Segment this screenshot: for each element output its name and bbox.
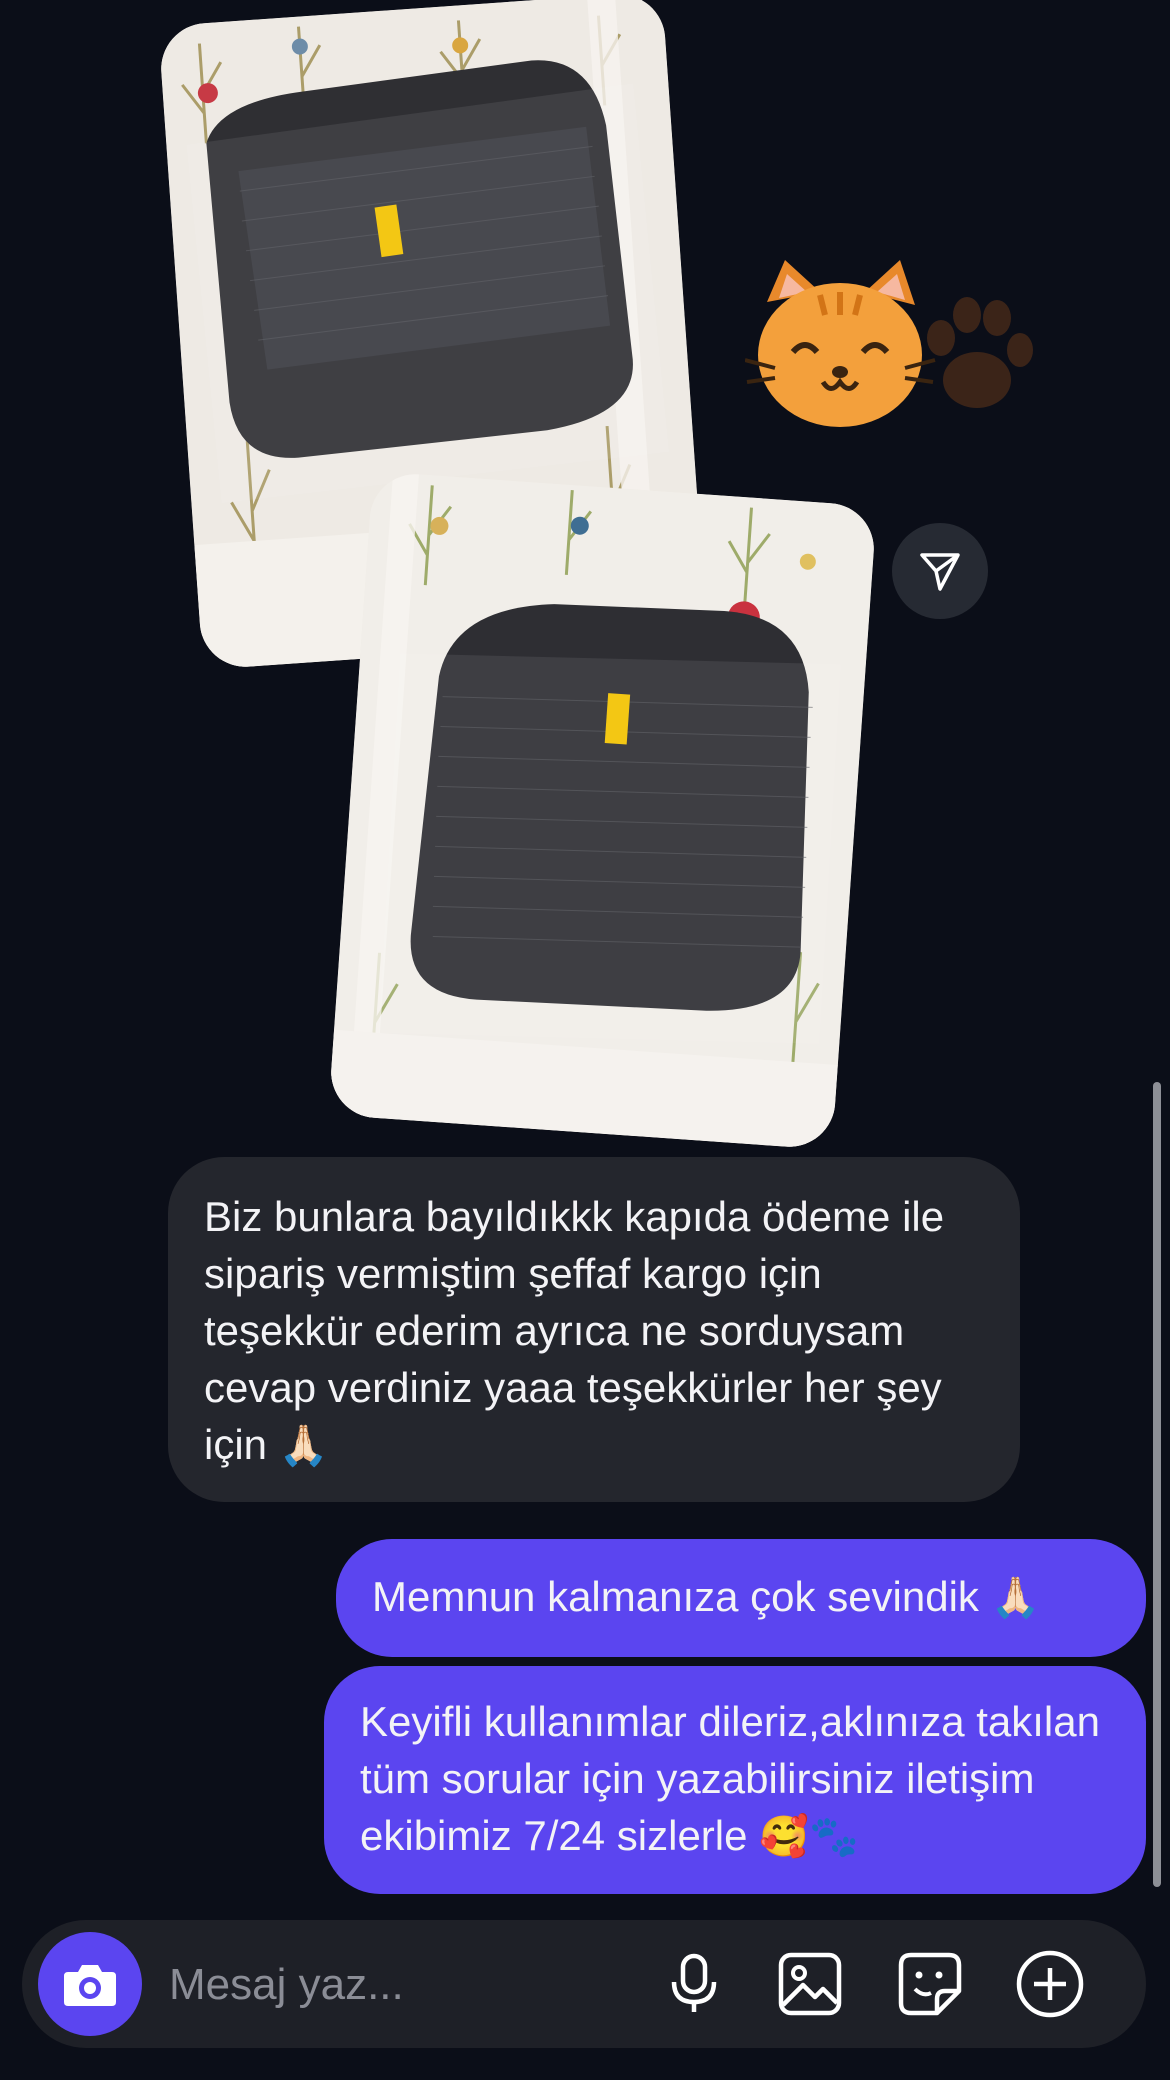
voice-message-button[interactable] bbox=[654, 1944, 734, 2024]
photo-backpack-image bbox=[328, 471, 877, 1150]
message-text: Keyifli kullanımlar dileriz,aklınıza tak… bbox=[360, 1698, 1100, 1859]
sticker-icon bbox=[898, 1952, 962, 2016]
cat-paw-sticker bbox=[744, 260, 1035, 440]
smiling-hearts-paw-emoji: 🥰🐾 bbox=[759, 1814, 859, 1860]
incoming-message: Biz bunlara bayıldıkkk kapıda ödeme ile … bbox=[168, 1157, 1020, 1502]
camera-button[interactable] bbox=[38, 1932, 142, 2036]
gallery-button[interactable] bbox=[770, 1944, 850, 2024]
message-text: Memnun kalmanıza çok sevindik bbox=[372, 1573, 979, 1620]
share-button[interactable] bbox=[892, 523, 988, 619]
smiling-cat-icon bbox=[744, 260, 1033, 427]
scrollbar[interactable] bbox=[1153, 1082, 1161, 1887]
outgoing-message: Memnun kalmanıza çok sevindik 🙏🏻 bbox=[336, 1539, 1146, 1657]
message-composer bbox=[22, 1920, 1146, 2048]
outgoing-message: Keyifli kullanımlar dileriz,aklınıza tak… bbox=[324, 1666, 1146, 1894]
praying-hands-emoji: 🙏🏻 bbox=[990, 1575, 1041, 1621]
image-icon bbox=[778, 1952, 842, 2016]
microphone-icon bbox=[671, 1953, 717, 2012]
praying-hands-emoji: 🙏🏻 bbox=[278, 1423, 329, 1469]
paw-print-icon bbox=[927, 297, 1033, 408]
camera-icon bbox=[64, 1965, 116, 2006]
send-icon bbox=[920, 553, 960, 591]
plus-circle-icon bbox=[1016, 1950, 1084, 2018]
more-options-button[interactable] bbox=[1010, 1944, 1090, 2024]
message-input[interactable] bbox=[167, 1946, 651, 2024]
sticker-button[interactable] bbox=[890, 1944, 970, 2024]
shared-photo-2[interactable] bbox=[328, 471, 877, 1150]
